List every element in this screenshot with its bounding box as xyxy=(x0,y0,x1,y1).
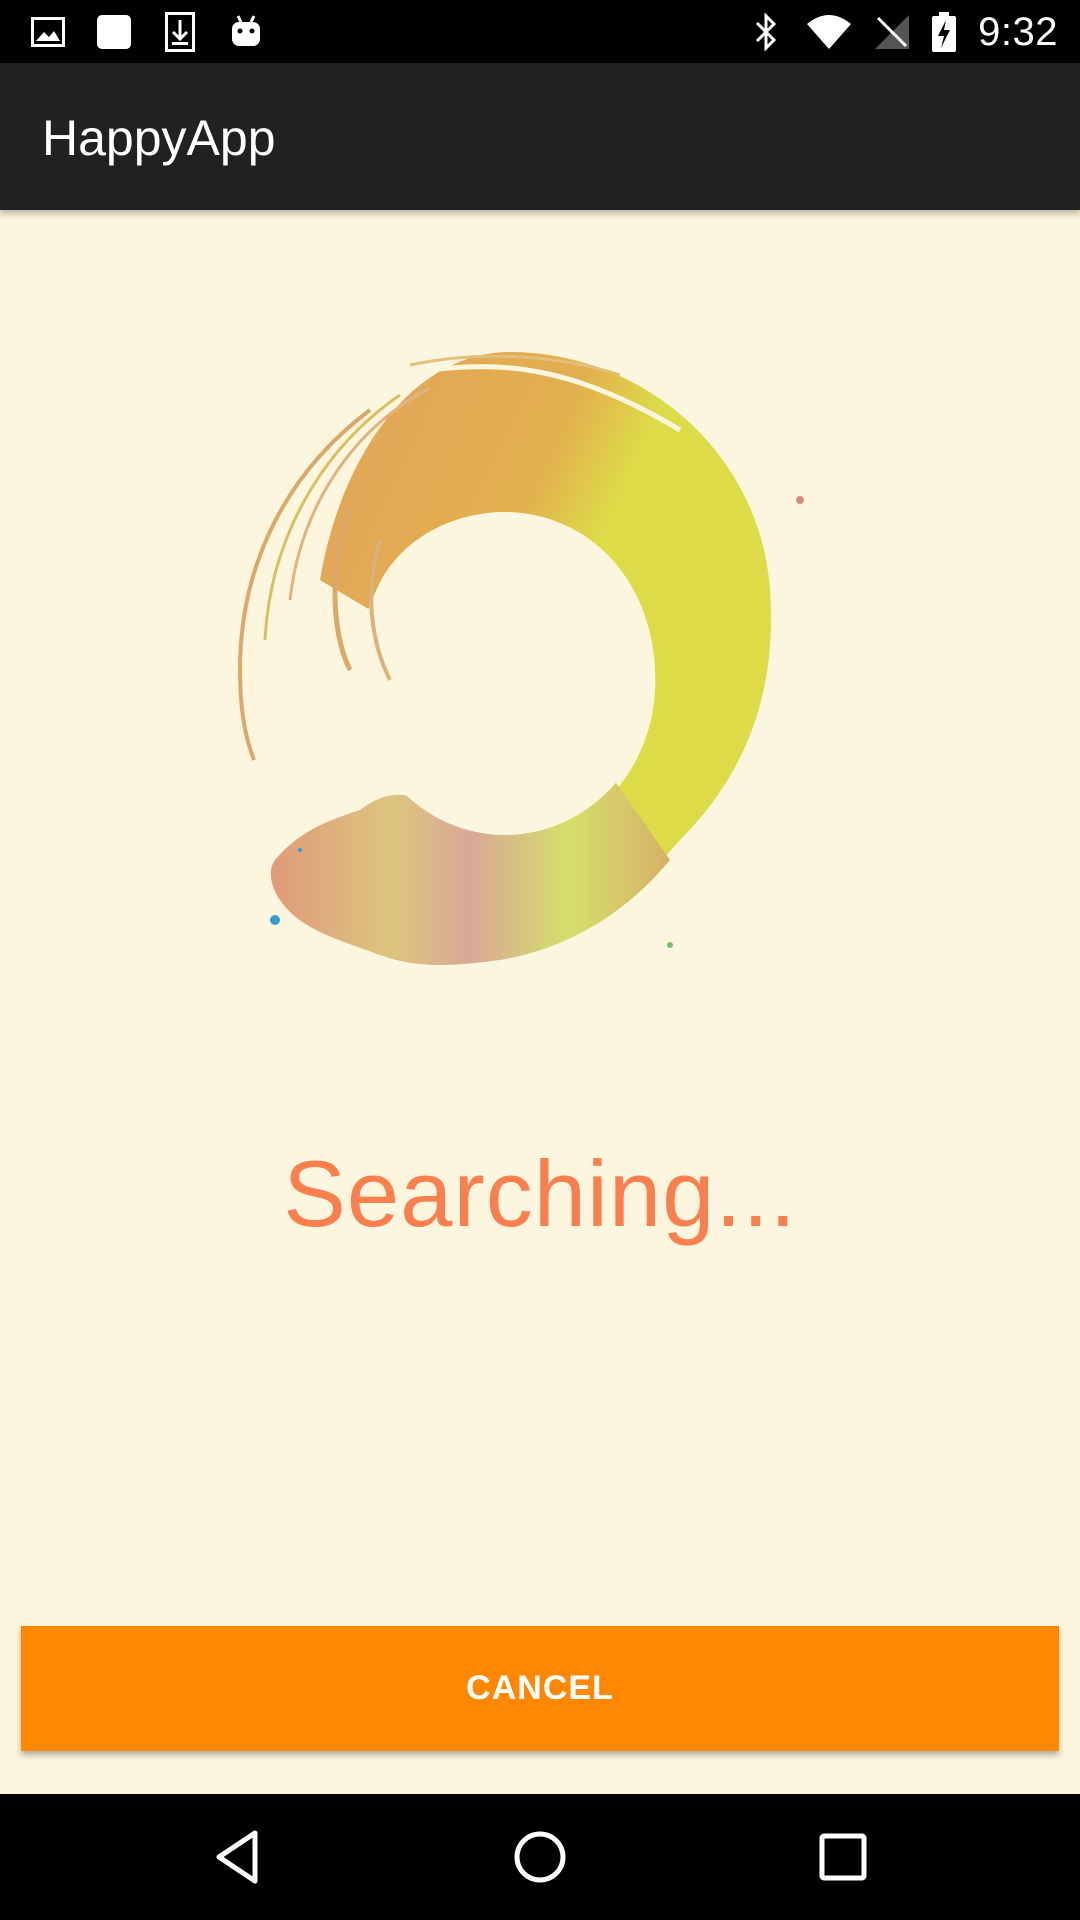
status-time: 9:32 xyxy=(978,9,1058,54)
back-icon[interactable] xyxy=(202,1822,272,1892)
searching-status-text: Searching... xyxy=(283,1141,797,1246)
square-icon xyxy=(96,14,132,50)
status-bar: 9:32 xyxy=(0,0,1080,63)
brush-circle-logo xyxy=(180,340,860,1060)
recents-icon[interactable] xyxy=(808,1822,878,1892)
download-icon xyxy=(162,12,198,52)
android-icon xyxy=(228,14,264,50)
navigation-bar xyxy=(0,1794,1080,1920)
app-bar: HappyApp xyxy=(0,63,1080,210)
notification-icons xyxy=(30,10,264,54)
wifi-icon xyxy=(806,14,852,50)
screen: 9:32 HappyApp Searching... CANCEL xyxy=(0,0,1080,1920)
image-icon xyxy=(30,14,66,50)
battery-charging-icon xyxy=(932,12,957,52)
bluetooth-icon xyxy=(748,12,784,52)
home-icon[interactable] xyxy=(505,1822,575,1892)
system-status-icons: 9:32 xyxy=(748,8,1058,56)
no-signal-icon xyxy=(874,14,910,50)
cancel-button[interactable]: CANCEL xyxy=(21,1626,1059,1751)
app-title: HappyApp xyxy=(42,110,276,166)
